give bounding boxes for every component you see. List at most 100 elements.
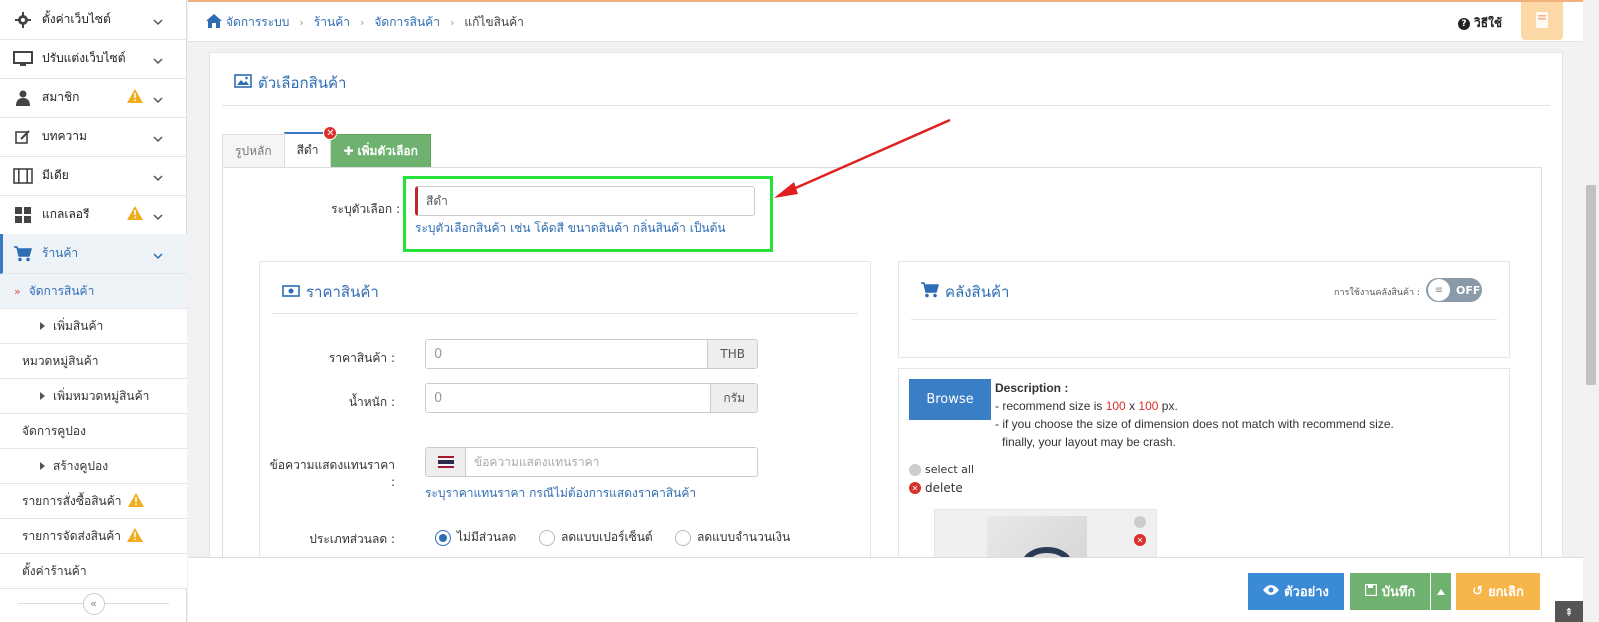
chevron-down-icon <box>153 210 163 220</box>
description-line-1: - recommend size is 100 x 100 px. <box>995 399 1178 413</box>
option-name-label: ระบุตัวเลือก : <box>331 202 400 216</box>
checkbox-circle-icon[interactable] <box>909 463 921 476</box>
sidebar-subitem-create-coupon[interactable]: สร้างคูปอง <box>0 449 187 484</box>
browse-button[interactable]: Browse <box>909 379 991 420</box>
annotation-arrow-icon <box>774 118 951 198</box>
price-label: ราคาสินค้า : <box>328 351 395 365</box>
alt-price-label: ข้อความแสดงแทนราคา <box>269 458 395 472</box>
remove-image-icon[interactable]: ✕ <box>1134 534 1146 546</box>
breadcrumb-item[interactable]: จัดการระบบ <box>226 13 289 32</box>
discount-option-none[interactable]: ไม่มีส่วนลด <box>435 528 516 547</box>
sidebar-subitem-orders[interactable]: รายการสั่งซื้อสินค้า <box>0 484 187 519</box>
radio-icon[interactable] <box>675 529 691 546</box>
sidebar-item-shop[interactable]: ร้านค้า <box>0 234 187 274</box>
sidebar-item-label: สมาชิก <box>42 90 80 104</box>
sidebar-subitem-label: เพิ่มสินค้า <box>53 318 104 333</box>
sidebar-item-label: บทความ <box>42 129 87 143</box>
caret-right-icon <box>40 322 45 330</box>
sidebar-item-members[interactable]: สมาชิก <box>0 78 187 118</box>
discount-option-percent[interactable]: ลดแบบเปอร์เซ็นต์ <box>539 528 653 547</box>
stock-toggle-label: การใช้งานคลังสินค้า : <box>1334 288 1420 298</box>
scroll-to-top-button[interactable]: ⇞ <box>1555 601 1583 622</box>
film-icon <box>12 167 34 185</box>
edit-icon <box>12 128 34 146</box>
caret-right-icon <box>40 392 45 400</box>
page-scrollbar[interactable] <box>1583 0 1599 622</box>
alt-price-input-group: ข้อความแสดงแทนราคา <box>425 447 758 477</box>
add-option-tab[interactable]: ✚ เพิ่มตัวเลือก <box>330 134 431 167</box>
undo-icon: ↺ <box>1472 584 1484 599</box>
sidebar-item-media[interactable]: มีเดีย <box>0 156 187 196</box>
upload-description: Description : - recommend size is 100 x … <box>995 379 1394 451</box>
sidebar-subitem-shop-settings[interactable]: ตั้งค่าร้านค้า <box>0 554 187 589</box>
user-icon <box>12 89 34 107</box>
sidebar-subitem-manage-coupons[interactable]: จัดการคูปอง <box>0 414 187 449</box>
question-icon: ? <box>1458 17 1470 30</box>
sidebar-item-gallery[interactable]: แกลเลอรี <box>0 195 187 235</box>
alt-price-input[interactable]: ข้อความแสดงแทนราคา <box>466 448 757 476</box>
preview-button[interactable]: ตัวอย่าง <box>1248 573 1344 610</box>
delete-selected[interactable]: ✕ delete <box>909 481 963 495</box>
sidebar-subitem-label: หมวดหมู่สินค้า <box>22 353 99 368</box>
sidebar-item-site-settings[interactable]: ตั้งค่าเว็บไซต์ <box>0 0 187 40</box>
sidebar-subitem-add-category[interactable]: เพิ่มหมวดหมู่สินค้า <box>0 379 187 414</box>
description-line-3: finally, your layout may be crash. <box>1002 435 1176 449</box>
plus-icon: ✚ <box>343 144 354 158</box>
select-all[interactable]: select all <box>909 463 974 476</box>
action-bar: ตัวอย่าง บันทึก ↺ ยกเลิก ⇞ <box>188 557 1583 622</box>
price-input[interactable]: 0 <box>426 340 707 368</box>
panel-title: ตัวเลือกสินค้า <box>234 71 346 95</box>
save-options-dropdown[interactable] <box>1431 573 1451 610</box>
money-icon <box>282 283 300 301</box>
warning-icon <box>127 89 143 106</box>
home-icon[interactable] <box>206 14 222 31</box>
help-link[interactable]: ? วิธีใช้ <box>1458 14 1502 33</box>
sidebar-item-customize-site[interactable]: ปรับแต่งเว็บไซต์ <box>0 39 187 79</box>
option-name-input[interactable]: สีดำ <box>415 186 755 216</box>
save-button[interactable]: บันทึก <box>1350 573 1430 610</box>
weight-input-group: 0 กรัม <box>425 383 758 413</box>
weight-input[interactable]: 0 <box>426 384 710 412</box>
collapse-sidebar-button[interactable]: « <box>82 592 105 615</box>
menu-lines-icon: ≡ <box>1428 279 1450 301</box>
weight-label: น้ำหนัก : <box>348 395 395 409</box>
scrollbar-thumb[interactable] <box>1586 185 1596 385</box>
discount-option-label: ไม่มีส่วนลด <box>457 530 517 544</box>
cancel-button[interactable]: ↺ ยกเลิก <box>1456 573 1540 610</box>
breadcrumb-item[interactable]: จัดการสินค้า <box>374 13 440 32</box>
tab-main-image[interactable]: รูปหลัก <box>222 134 285 167</box>
sidebar-subitem-shipments[interactable]: รายการจัดส่งสินค้า <box>0 519 187 554</box>
sidebar-subitem-categories[interactable]: หมวดหมู่สินค้า <box>0 344 187 379</box>
breadcrumb-separator-icon: › <box>359 16 365 29</box>
floppy-icon <box>1364 583 1377 600</box>
grid-icon <box>12 206 34 224</box>
sidebar-item-articles[interactable]: บทความ <box>0 117 187 157</box>
book-icon <box>1534 11 1550 32</box>
thai-flag-icon[interactable] <box>426 448 466 476</box>
discount-option-amount[interactable]: ลดแบบจำนวนเงิน <box>675 528 790 547</box>
breadcrumb-item[interactable]: ร้านค้า <box>314 13 350 32</box>
option-name-help: ระบุตัวเลือกสินค้า เช่น โค้ดสี ขนาดสินค้… <box>415 221 726 235</box>
active-marker-icon: » <box>14 284 21 298</box>
stock-title: คลังสินค้า <box>921 280 1009 304</box>
cart-icon <box>12 245 34 263</box>
sidebar-item-label: ร้านค้า <box>42 246 79 260</box>
sidebar-subitem-add-product[interactable]: เพิ่มสินค้า <box>0 309 187 344</box>
breadcrumb-item-current: แก้ไขสินค้า <box>464 15 524 29</box>
stock-toggle[interactable]: ≡ OFF <box>1426 278 1482 302</box>
price-title: ราคาสินค้า <box>282 280 379 304</box>
breadcrumb-separator-icon: › <box>299 16 304 29</box>
price-box: ราคาสินค้า ราคาสินค้า : 0 THB น้ำหนัก : … <box>259 261 871 561</box>
tab-black[interactable]: สีดำ ✕ <box>283 126 338 167</box>
tab-pane: ระบุตัวเลือก : สีดำ ระบุตัวเลือกสินค้า เ… <box>222 167 1542 581</box>
sidebar-subitem-label: สร้างคูปอง <box>53 458 109 473</box>
radio-icon[interactable] <box>539 529 555 546</box>
sidebar-subitem-manage-products[interactable]: » จัดการสินค้า <box>0 274 187 309</box>
price-unit: THB <box>707 340 757 368</box>
select-image-checkbox[interactable] <box>1134 516 1146 528</box>
manual-button[interactable] <box>1521 2 1563 40</box>
sidebar-subitem-label: รายการสั่งซื้อสินค้า <box>22 493 122 508</box>
caret-right-icon <box>40 462 45 470</box>
radio-selected-icon[interactable] <box>435 529 451 546</box>
breadcrumb-separator-icon: › <box>449 16 455 29</box>
